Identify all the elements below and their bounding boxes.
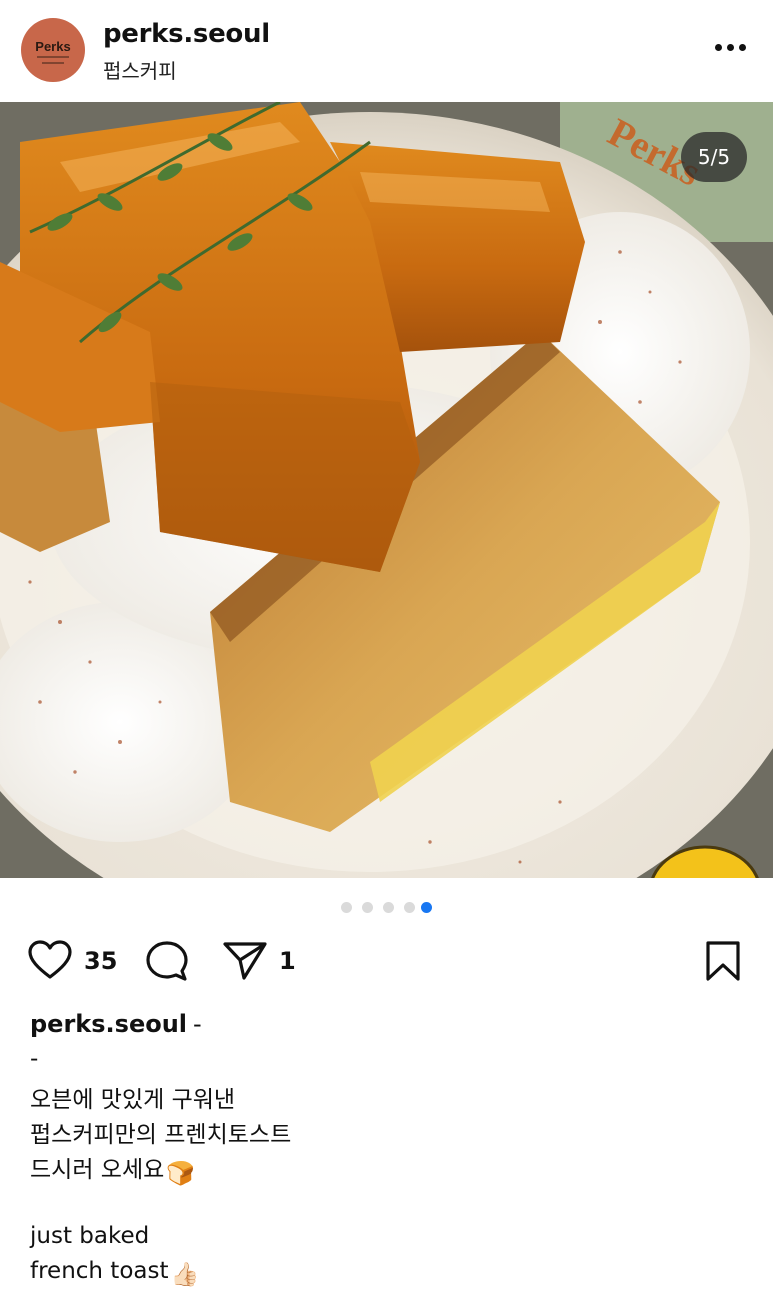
carousel-dot[interactable] — [341, 902, 352, 913]
caption-line-with-emoji: french toast👍🏻 — [30, 1258, 199, 1288]
caption-line: just baked — [30, 1223, 150, 1249]
caption-dash: - — [193, 1010, 202, 1038]
carousel-counter: 5/5 — [681, 132, 747, 182]
post-header: Perks perks.seoul 펍스커피 — [0, 0, 773, 102]
share-count[interactable]: 1 — [279, 947, 296, 975]
avatar-logo-text: Perks — [35, 39, 71, 54]
caption-line-with-emoji: 드시러 오세요🍞 — [30, 1150, 195, 1187]
caption-header: perks.seoul - — [30, 1010, 202, 1038]
caption-line: 오븐에 맛있게 구워낸 — [30, 1087, 236, 1113]
post-username[interactable]: perks.seoul — [103, 19, 270, 49]
caption-username[interactable]: perks.seoul — [30, 1010, 187, 1038]
caption-line: - — [30, 1046, 39, 1072]
post-actions: 35 1 — [0, 930, 773, 990]
post-photo[interactable]: Perks 5/5 — [0, 102, 773, 878]
send-icon[interactable] — [222, 940, 268, 982]
bookmark-icon[interactable] — [704, 940, 742, 982]
like-count[interactable]: 35 — [84, 947, 117, 975]
heart-icon[interactable] — [28, 940, 72, 980]
carousel-dot[interactable] — [362, 902, 373, 913]
more-options-icon[interactable] — [712, 44, 748, 56]
carousel-dot[interactable] — [404, 902, 415, 913]
avatar-logo-rule — [37, 56, 69, 58]
french-toast-photo: Perks — [0, 102, 773, 878]
caption-line: 드시러 오세요 — [30, 1157, 165, 1183]
bread-emoji-icon: 🍞 — [166, 1161, 195, 1187]
caption-line: french toast — [30, 1258, 169, 1284]
avatar[interactable]: Perks — [21, 18, 85, 82]
carousel-dot[interactable] — [383, 902, 394, 913]
post-location[interactable]: 펍스커피 — [103, 55, 177, 84]
comment-icon[interactable] — [145, 940, 189, 982]
avatar-logo-rule — [42, 62, 64, 64]
caption-line: 펍스커피만의 프렌치토스트 — [30, 1122, 292, 1148]
thumbs-up-emoji-icon: 👍🏻 — [170, 1262, 200, 1288]
carousel-dot-active[interactable] — [421, 902, 432, 913]
